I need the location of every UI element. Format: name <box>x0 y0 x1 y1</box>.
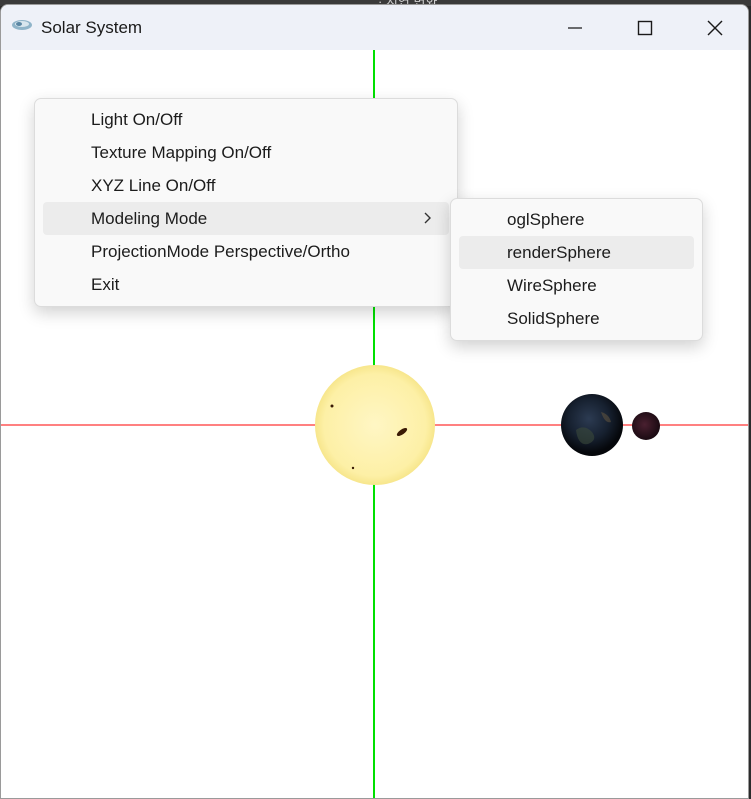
app-icon <box>12 20 32 30</box>
submenu-item-solidsphere[interactable]: SolidSphere <box>459 302 694 335</box>
moon <box>632 412 660 440</box>
submenu-item-label: SolidSphere <box>507 308 600 328</box>
submenu-item-wiresphere[interactable]: WireSphere <box>459 269 694 302</box>
menu-item-xyz-line[interactable]: XYZ Line On/Off <box>43 169 449 202</box>
submenu-item-label: WireSphere <box>507 275 597 295</box>
menu-item-projection-mode[interactable]: ProjectionMode Perspective/Ortho <box>43 235 449 268</box>
chevron-right-icon <box>424 212 431 224</box>
minimize-icon <box>568 26 582 29</box>
close-icon <box>707 20 723 35</box>
window-title: Solar System <box>41 18 143 37</box>
submenu-item-rendersphere[interactable]: renderSphere <box>459 236 694 269</box>
menu-item-modeling-mode[interactable]: Modeling Mode <box>43 202 449 235</box>
sun <box>315 365 435 485</box>
submenu-item-oglsphere[interactable]: oglSphere <box>459 203 694 236</box>
close-button[interactable] <box>680 5 748 50</box>
context-menu: Light On/Off Texture Mapping On/Off XYZ … <box>34 98 458 307</box>
menu-item-label: Exit <box>91 274 120 294</box>
menu-item-label: Texture Mapping On/Off <box>91 142 272 162</box>
menu-item-exit[interactable]: Exit <box>43 268 449 301</box>
submenu-item-label: renderSphere <box>507 242 611 262</box>
title-bar[interactable]: Solar System <box>1 5 748 50</box>
minimize-button[interactable] <box>540 5 610 50</box>
menu-item-texture-mapping[interactable]: Texture Mapping On/Off <box>43 136 449 169</box>
maximize-button[interactable] <box>610 5 680 50</box>
menu-item-label: Modeling Mode <box>91 208 208 228</box>
modeling-mode-submenu: oglSphere renderSphere WireSphere SolidS… <box>450 198 703 341</box>
earth <box>561 394 623 456</box>
menu-item-label: ProjectionMode Perspective/Ortho <box>91 241 350 261</box>
menu-item-light[interactable]: Light On/Off <box>43 103 449 136</box>
menu-item-label: XYZ Line On/Off <box>91 175 216 195</box>
submenu-item-label: oglSphere <box>507 209 585 229</box>
menu-item-label: Light On/Off <box>91 109 183 129</box>
maximize-icon <box>637 20 653 35</box>
